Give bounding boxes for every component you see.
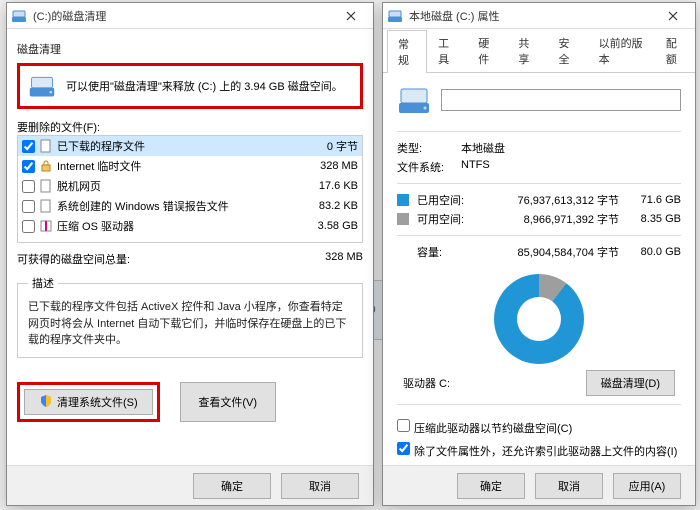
file-size: 328 MB	[288, 160, 358, 172]
file-size: 3.58 GB	[288, 220, 358, 232]
description-legend: 描述	[28, 275, 58, 291]
drive-letter-label: 驱动器 C:	[403, 375, 450, 391]
window-title: (C:)的磁盘清理	[33, 8, 333, 24]
summary-text: 可以使用"磁盘清理"来释放 (C:) 上的 3.94 GB 磁盘空间。	[66, 78, 343, 94]
apply-button[interactable]: 应用(A)	[613, 473, 681, 499]
close-icon	[668, 11, 678, 21]
used-human: 71.6 GB	[625, 194, 681, 206]
volume-label-input[interactable]	[441, 89, 681, 111]
free-color-swatch	[397, 213, 409, 225]
ok-button[interactable]: 确定	[457, 473, 525, 499]
file-checkbox[interactable]	[22, 140, 35, 153]
dialog-footer: 确定 取消 应用(A)	[383, 465, 695, 505]
page-icon	[39, 199, 53, 213]
disk-cleanup-button[interactable]: 磁盘清理(D)	[586, 370, 675, 396]
drive-large-icon	[397, 83, 431, 117]
clean-system-files-button[interactable]: 清理系统文件(S)	[24, 389, 153, 415]
file-checkbox[interactable]	[22, 200, 35, 213]
file-size: 83.2 KB	[288, 200, 358, 212]
gain-value: 328 MB	[293, 251, 363, 267]
compress-icon	[39, 219, 53, 233]
tab-tools[interactable]: 工具	[427, 29, 467, 72]
files-to-delete-label: 要删除的文件(F):	[17, 119, 363, 135]
file-label: Internet 临时文件	[57, 158, 288, 174]
clean-system-highlight: 清理系统文件(S)	[17, 382, 160, 422]
tab-security[interactable]: 安全	[548, 29, 588, 72]
file-label: 已下载的程序文件	[57, 138, 288, 154]
shield-icon	[39, 394, 53, 408]
titlebar[interactable]: 本地磁盘 (C:) 属性	[383, 3, 695, 29]
cancel-button[interactable]: 取消	[535, 473, 603, 499]
dialog-footer: 确定 取消	[7, 465, 373, 505]
used-label: 已用空间:	[417, 192, 477, 208]
capacity-human: 80.0 GB	[625, 246, 681, 258]
type-label: 类型:	[397, 140, 461, 156]
drive-icon	[28, 72, 56, 100]
filesystem-label: 文件系统:	[397, 159, 461, 175]
filesystem-value: NTFS	[461, 159, 490, 175]
free-bytes: 8,966,971,392 字节	[483, 211, 619, 227]
ok-button[interactable]: 确定	[193, 473, 271, 499]
file-label: 脱机网页	[57, 178, 288, 194]
file-checkbox[interactable]	[22, 220, 35, 233]
usage-donut-chart	[494, 274, 584, 364]
file-label: 系统创建的 Windows 错误报告文件	[57, 198, 288, 214]
free-label: 可用空间:	[417, 211, 477, 227]
disk-cleanup-window: (C:)的磁盘清理 磁盘清理 可以使用"磁盘清理"来释放 (C:) 上的 3.9…	[6, 2, 374, 506]
description-text: 已下载的程序文件包括 ActiveX 控件和 Java 小程序，你查看特定网页时…	[28, 299, 352, 349]
capacity-bytes: 85,904,584,704 字节	[483, 244, 619, 260]
close-button[interactable]	[655, 4, 691, 28]
free-human: 8.35 GB	[625, 213, 681, 225]
close-icon	[346, 11, 356, 21]
view-files-button[interactable]: 查看文件(V)	[180, 382, 276, 422]
page-icon	[39, 139, 53, 153]
cancel-button[interactable]: 取消	[281, 473, 359, 499]
file-row[interactable]: Internet 临时文件 328 MB	[18, 156, 362, 176]
tab-general[interactable]: 常规	[387, 30, 427, 73]
used-bytes: 76,937,613,312 字节	[483, 192, 619, 208]
tab-strip: 常规 工具 硬件 共享 安全 以前的版本 配额	[383, 29, 695, 73]
file-label: 压缩 OS 驱动器	[57, 218, 288, 234]
used-color-swatch	[397, 194, 409, 206]
capacity-label: 容量:	[417, 244, 477, 260]
file-row[interactable]: 脱机网页 17.6 KB	[18, 176, 362, 196]
compress-checkbox[interactable]	[397, 419, 410, 432]
gain-label: 可获得的磁盘空间总量:	[17, 251, 293, 267]
file-checkbox[interactable]	[22, 160, 35, 173]
file-row[interactable]: 系统创建的 Windows 错误报告文件 83.2 KB	[18, 196, 362, 216]
section-title: 磁盘清理	[17, 41, 363, 57]
close-button[interactable]	[333, 4, 369, 28]
page-icon	[39, 179, 53, 193]
index-checkbox[interactable]	[397, 442, 410, 455]
type-value: 本地磁盘	[461, 140, 505, 156]
tab-quota[interactable]: 配额	[655, 29, 695, 72]
tab-sharing[interactable]: 共享	[507, 29, 547, 72]
files-list[interactable]: 已下载的程序文件 0 字节 Internet 临时文件 328 MB 脱机网页 …	[17, 135, 363, 243]
file-size: 0 字节	[288, 138, 358, 154]
file-size: 17.6 KB	[288, 180, 358, 192]
file-checkbox[interactable]	[22, 180, 35, 193]
file-row[interactable]: 已下载的程序文件 0 字节	[18, 136, 362, 156]
index-checkbox-row[interactable]: 除了文件属性外，还允许索引此驱动器上文件的内容(I)	[397, 442, 681, 459]
compress-checkbox-row[interactable]: 压缩此驱动器以节约磁盘空间(C)	[397, 419, 681, 436]
drive-properties-window: 本地磁盘 (C:) 属性 常规 工具 硬件 共享 安全 以前的版本 配额 类型:…	[382, 2, 696, 506]
description-group: 描述 已下载的程序文件包括 ActiveX 控件和 Java 小程序，你查看特定…	[17, 275, 363, 358]
summary-highlight: 可以使用"磁盘清理"来释放 (C:) 上的 3.94 GB 磁盘空间。	[17, 63, 363, 109]
drive-icon	[387, 8, 403, 24]
tab-hardware[interactable]: 硬件	[467, 29, 507, 72]
disk-cleanup-app-icon	[11, 8, 27, 24]
file-row[interactable]: 压缩 OS 驱动器 3.58 GB	[18, 216, 362, 236]
titlebar[interactable]: (C:)的磁盘清理	[7, 3, 373, 29]
lock-icon	[39, 159, 53, 173]
window-title: 本地磁盘 (C:) 属性	[409, 8, 655, 24]
tab-previous[interactable]: 以前的版本	[588, 29, 655, 72]
